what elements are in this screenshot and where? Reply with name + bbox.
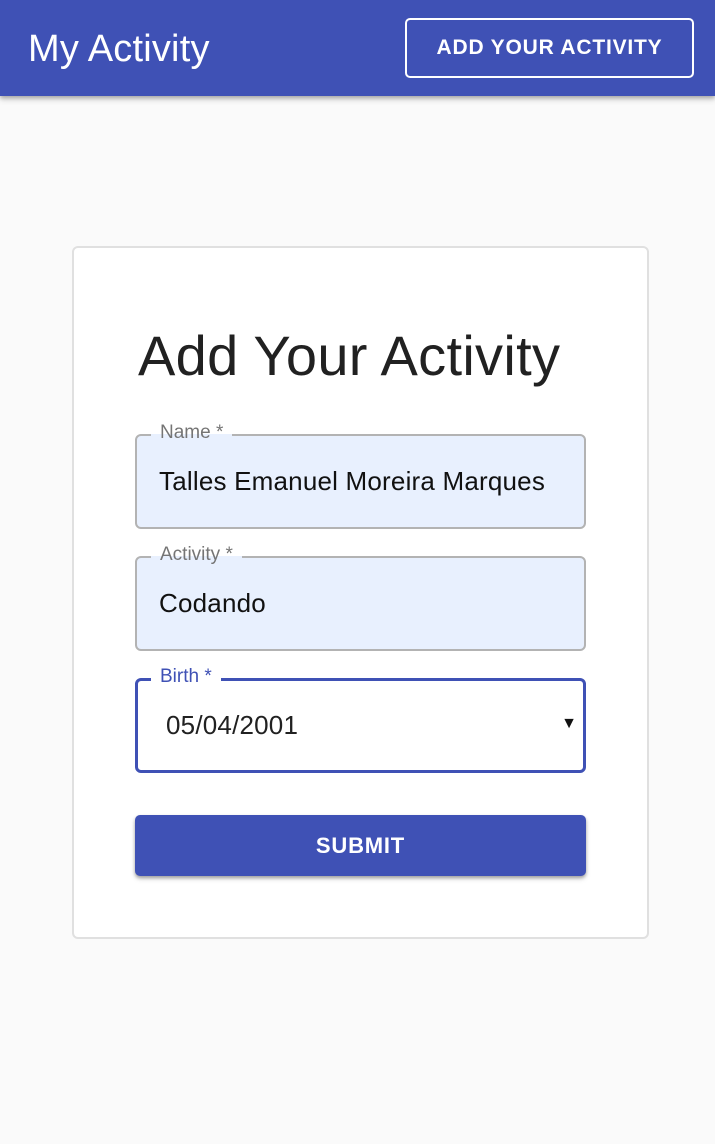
birth-date-input[interactable] — [166, 681, 576, 770]
birth-field[interactable]: Birth * ▼ — [135, 665, 586, 773]
name-input[interactable] — [159, 436, 569, 527]
form-title: Add Your Activity — [138, 324, 561, 387]
app-bar: My Activity ADD YOUR ACTIVITY — [0, 0, 715, 96]
name-field[interactable]: Name * — [135, 421, 586, 529]
submit-button[interactable]: SUBMIT — [135, 815, 586, 876]
add-your-activity-button[interactable]: ADD YOUR ACTIVITY — [405, 18, 694, 78]
activity-field[interactable]: Activity * — [135, 543, 586, 651]
activity-input[interactable] — [159, 558, 569, 649]
dropdown-arrow-icon[interactable]: ▼ — [561, 714, 577, 734]
app-title: My Activity — [28, 28, 210, 70]
